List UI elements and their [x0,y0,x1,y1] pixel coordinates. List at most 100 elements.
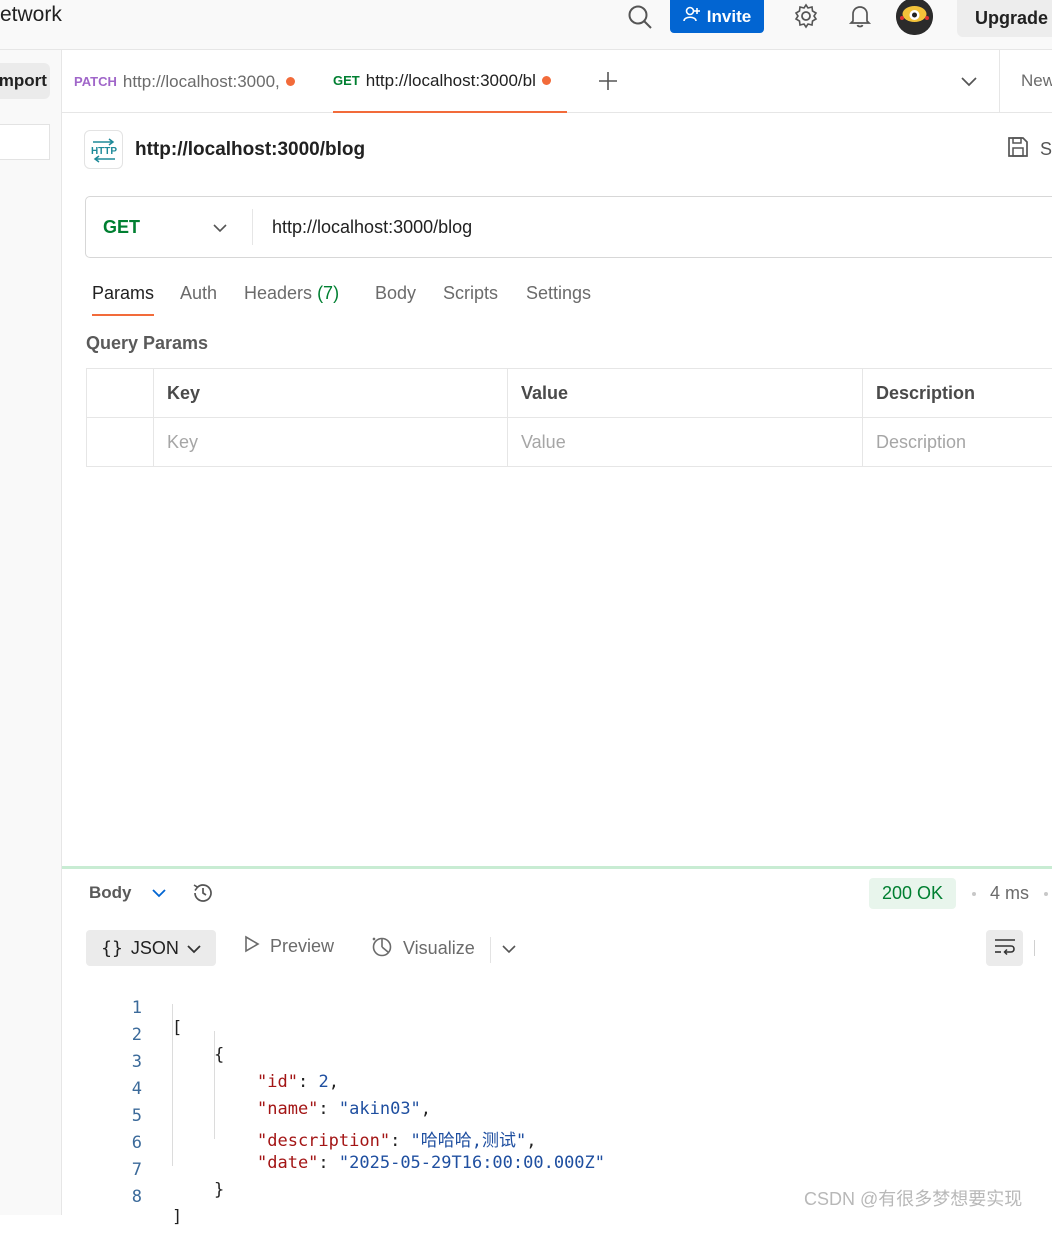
environment-selector[interactable]: New [1021,71,1052,91]
column-header-key: Key [154,369,508,418]
chevron-down-icon [213,217,227,238]
save-label: S [1040,139,1052,160]
json-value: "哈哈哈,测试" [411,1131,527,1151]
request-name[interactable]: http://localhost:3000/blog [135,139,365,161]
workspace-title[interactable]: etwork [0,3,62,27]
tab-params[interactable]: Params [92,283,154,316]
tab-label: http://localhost:3000, [123,72,280,92]
avatar[interactable] [896,0,933,35]
code-text: "name": "akin03", [257,1099,431,1119]
tab-scripts[interactable]: Scripts [443,283,498,304]
code-text: "id": 2, [257,1072,339,1092]
code-line: 3 "id": 2, [62,1032,123,1059]
json-key: "name" [257,1099,318,1119]
tab-auth[interactable]: Auth [180,283,217,304]
code-text: "description": "哈哈哈,测试", [257,1126,537,1151]
gear-icon[interactable] [791,1,821,31]
separator-dot [1044,892,1048,896]
code-line: 4 "name": "akin03", [62,1059,123,1086]
json-value: "akin03" [339,1099,421,1119]
chevron-down-icon[interactable] [957,70,981,94]
tab-patch-request[interactable]: PATCH http://localhost:3000, [74,50,309,113]
json-comma: , [526,1131,536,1151]
visualize-icon [370,935,394,962]
svg-text:HTTP: HTTP [90,146,116,157]
request-header: HTTP http://localhost:3000/blog [84,130,365,169]
code-line: 2 { [62,1005,123,1032]
visualize-button[interactable]: Visualize [370,935,475,962]
upgrade-button[interactable]: Upgrade [957,0,1052,37]
code-line: 8 ] [62,1167,123,1194]
chevron-down-icon[interactable] [499,939,519,959]
add-user-icon [683,5,701,28]
json-key: "id" [257,1072,298,1092]
code-line: 5 "description": "哈哈哈,测试", [62,1086,123,1113]
json-key: "date" [257,1153,318,1173]
request-tabs: PATCH http://localhost:3000, GET http://… [62,50,1052,113]
braces-icon: {} [101,938,123,959]
method-select[interactable]: GET [103,197,227,257]
divider [490,937,491,963]
http-icon: HTTP [84,130,123,169]
sidebar-search-input[interactable] [0,124,50,160]
value-input[interactable]: Value [508,418,863,467]
wrap-lines-button[interactable] [986,930,1023,966]
code-line: 1 [ [62,978,123,1005]
divider [999,50,1000,113]
search-icon[interactable] [625,2,655,32]
code-line: 7 } [62,1140,123,1167]
tab-label: http://localhost:3000/bl [366,71,536,91]
query-params-title: Query Params [86,333,208,354]
divider [1034,940,1035,956]
save-icon [1006,135,1030,164]
key-input[interactable]: Key [154,418,508,467]
invite-button[interactable]: Invite [670,0,764,33]
sidebar: Import [0,50,62,1215]
table-header-row: Key Value Description [87,369,1052,418]
json-value: "2025-05-29T16:00:00.000Z" [339,1153,605,1173]
status-badge[interactable]: 200 OK [869,878,956,909]
checkbox-cell [87,418,154,467]
json-comma: , [329,1072,339,1092]
chevron-down-icon [187,938,201,959]
tab-body[interactable]: Body [375,283,416,304]
invite-label: Invite [707,7,751,27]
tab-headers[interactable]: Headers (7) [244,283,339,304]
play-icon [243,935,261,958]
method-label: GET [103,217,140,238]
wrap-lines-icon [993,936,1017,961]
preview-button[interactable]: Preview [243,935,334,958]
history-icon[interactable] [190,880,216,906]
response-time[interactable]: 4 ms [990,883,1029,904]
description-input[interactable]: Description [863,418,1052,467]
url-bar: GET http://localhost:3000/blog [85,196,1052,258]
code-line: 6 "date": "2025-05-29T16:00:00.000Z" [62,1113,123,1140]
plus-icon[interactable] [595,68,621,94]
divider [252,209,253,245]
json-comma: , [421,1099,431,1119]
response-panel: Body 200 OK 4 ms {} JSON Preview Visuali… [62,866,1052,1215]
code-text: { [214,1045,224,1065]
tab-method: PATCH [74,74,117,89]
unsaved-dot-icon [542,76,551,85]
tab-settings[interactable]: Settings [526,283,591,304]
url-input[interactable]: http://localhost:3000/blog [272,197,472,257]
line-number: 8 [62,1187,142,1207]
column-header-value: Value [508,369,863,418]
code-text: ] [172,1207,182,1227]
tab-get-request[interactable]: GET http://localhost:3000/bl [333,50,567,113]
json-value: 2 [318,1072,328,1092]
bell-icon[interactable] [846,1,874,31]
json-key: "description" [257,1131,390,1151]
column-header-description: Description [863,369,1052,418]
response-body-tab[interactable]: Body [89,883,166,903]
code-text: "date": "2025-05-29T16:00:00.000Z" [257,1153,605,1173]
table-row: Key Value Description [87,418,1052,467]
preview-label: Preview [270,936,334,957]
query-params-table: Key Value Description Key Value Descript… [86,368,1052,467]
watermark: CSDN @有很多梦想要实现 [804,1185,1022,1211]
format-select[interactable]: {} JSON [86,930,216,966]
headers-count-badge: (7) [317,283,339,303]
save-button[interactable]: S [1006,135,1052,164]
import-button[interactable]: Import [0,63,50,99]
